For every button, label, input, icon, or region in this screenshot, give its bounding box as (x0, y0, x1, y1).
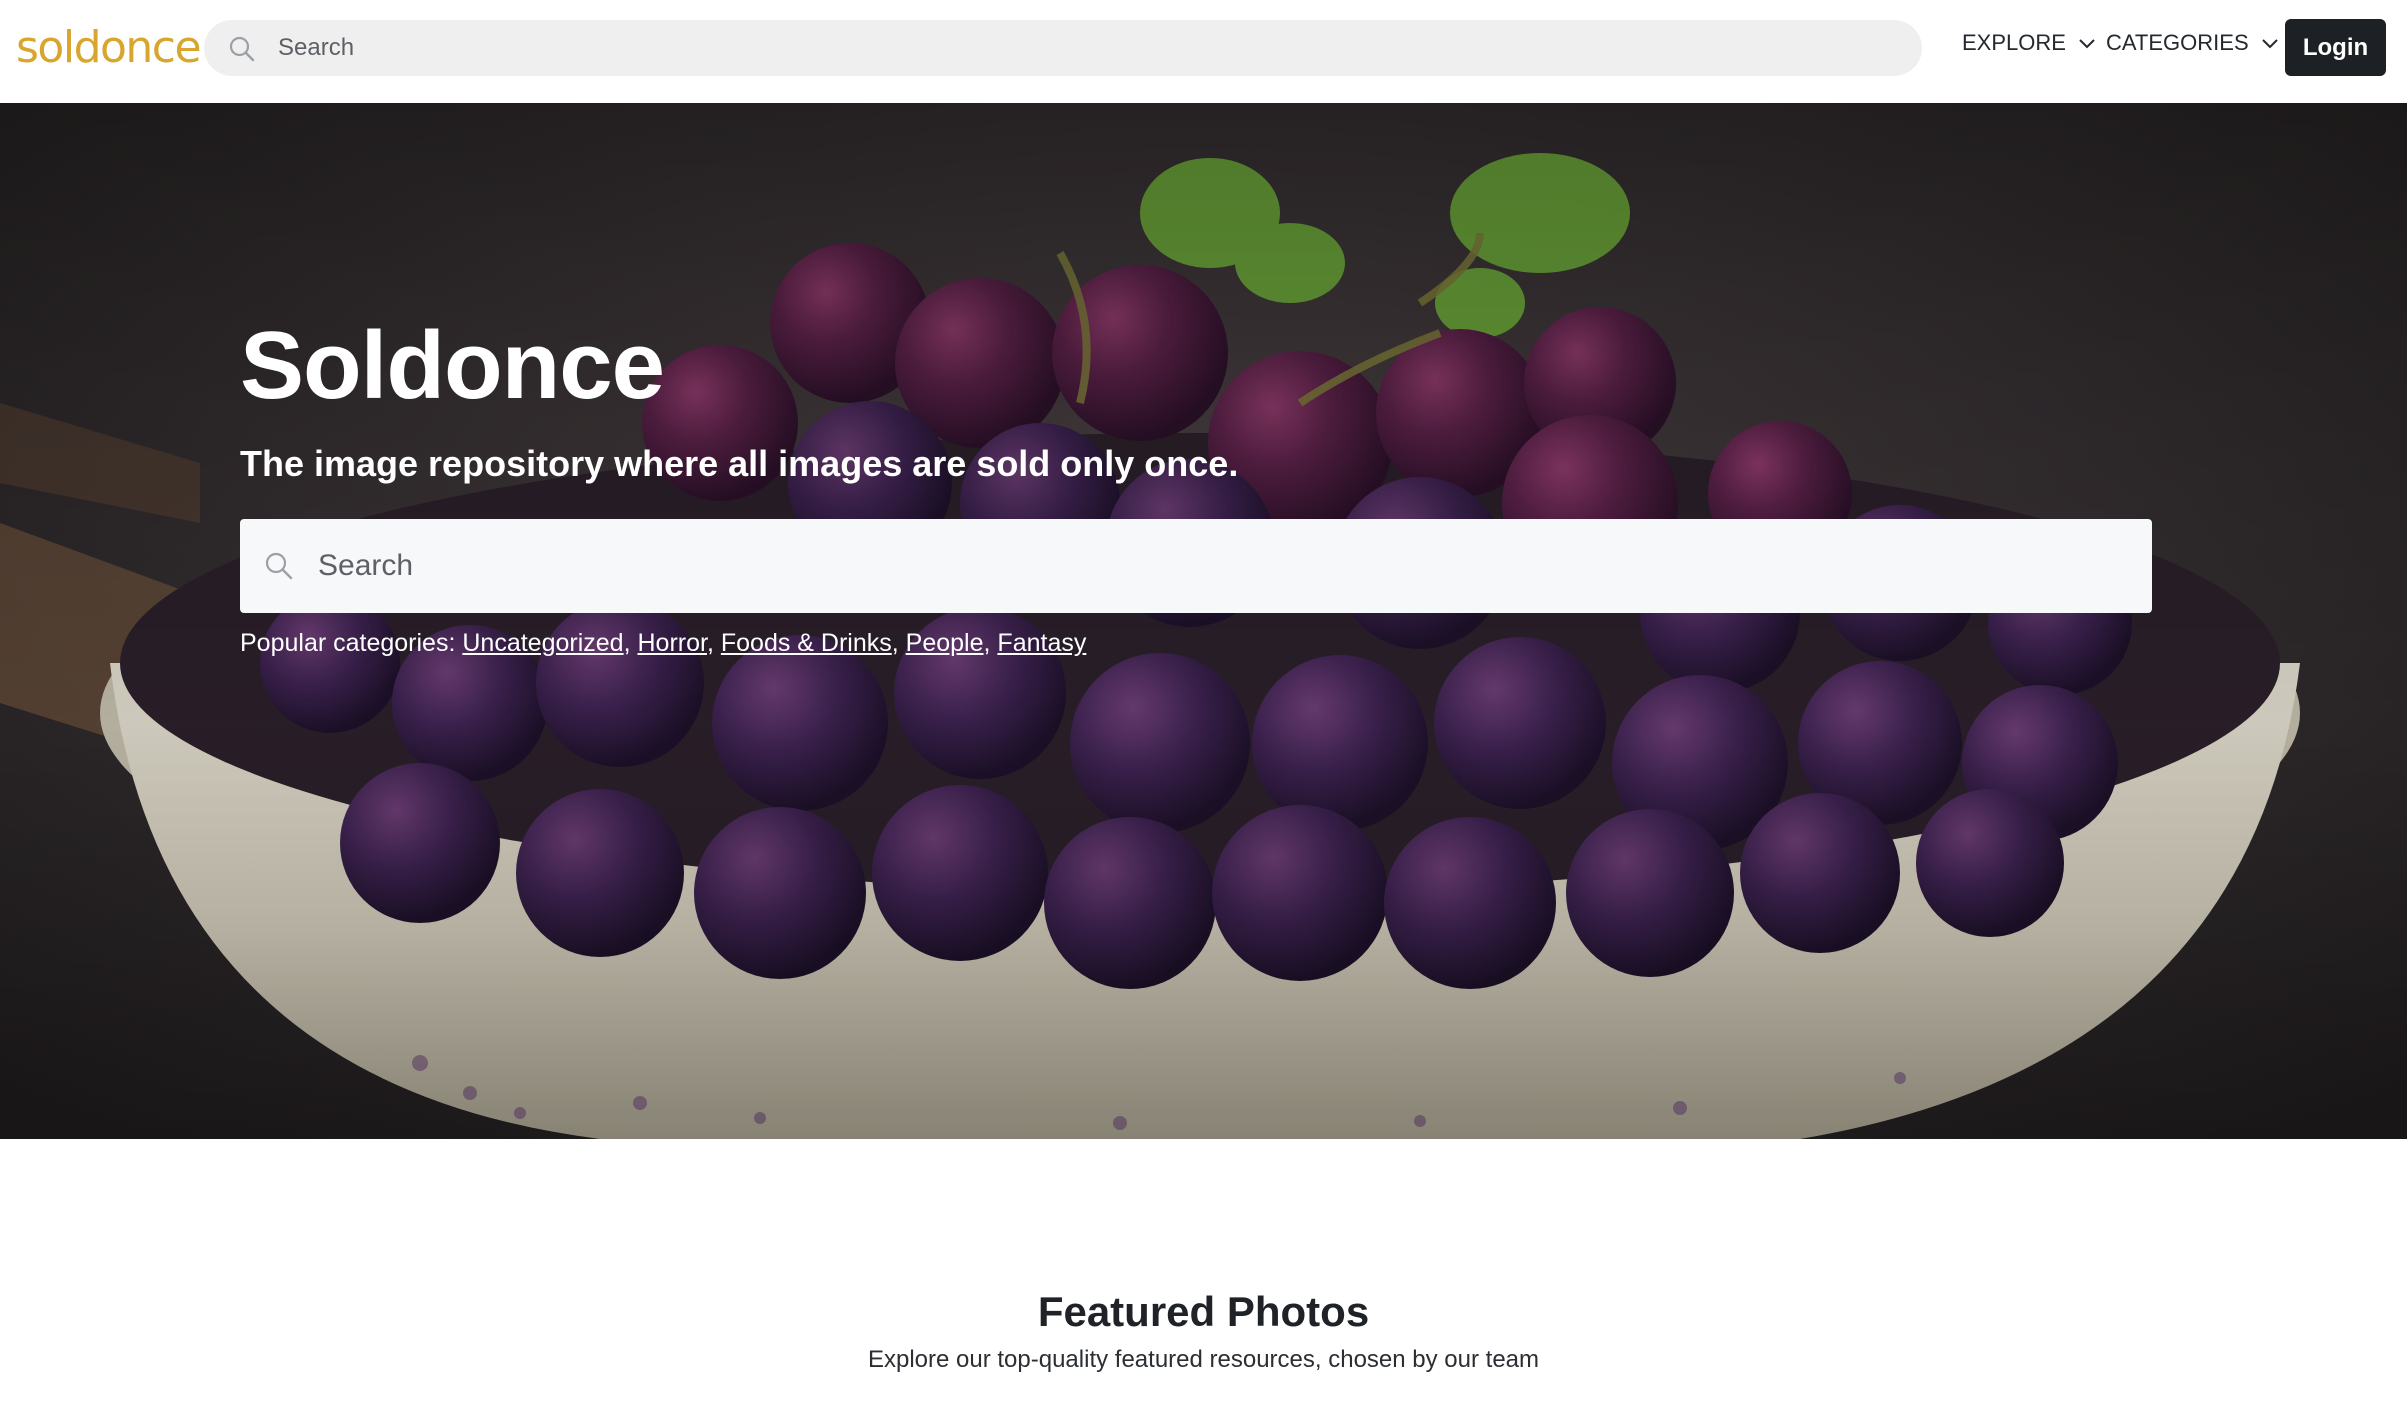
search-icon (265, 552, 293, 580)
hero-banner: Soldonce The image repository where all … (0, 103, 2407, 1139)
login-button[interactable]: Login (2285, 19, 2386, 76)
grapes-bowl-hero-image (0, 103, 2407, 1139)
category-link-people[interactable]: People (906, 629, 984, 657)
hero-title: Soldonce (240, 312, 665, 419)
header-search-input[interactable] (278, 20, 1878, 76)
hero-subtitle: The image repository where all images ar… (240, 443, 1239, 484)
top-header: soldonce EXPLORE CATEGORIES Login (0, 0, 2407, 103)
featured-photos-title: Featured Photos (1037, 1288, 1370, 1335)
nav-explore[interactable]: EXPLORE (1962, 30, 2096, 56)
category-link-foods-drinks[interactable]: Foods & Drinks (721, 629, 892, 657)
category-link-fantasy[interactable]: Fantasy (997, 629, 1086, 657)
nav-categories[interactable]: CATEGORIES (2106, 30, 2279, 56)
search-icon (229, 36, 255, 62)
nav-categories-label: CATEGORIES (2106, 30, 2249, 55)
chevron-down-icon (2079, 39, 2095, 49)
category-link-uncategorized[interactable]: Uncategorized (462, 629, 623, 657)
hero-search-input[interactable] (318, 519, 2118, 613)
featured-photos-subtitle: Explore our top-quality featured resourc… (867, 1346, 1540, 1373)
chevron-down-icon (2261, 39, 2278, 49)
nav-explore-label: EXPLORE (1962, 30, 2066, 55)
soldonce-logo[interactable]: soldonce (16, 22, 202, 73)
hero-search-bar[interactable] (240, 519, 2152, 613)
header-search-bar[interactable] (204, 20, 1922, 76)
popular-categories-label: Popular categories: (240, 629, 456, 657)
category-link-horror[interactable]: Horror (637, 629, 706, 657)
popular-categories: Popular categories: Uncategorized, Horro… (240, 629, 1087, 657)
